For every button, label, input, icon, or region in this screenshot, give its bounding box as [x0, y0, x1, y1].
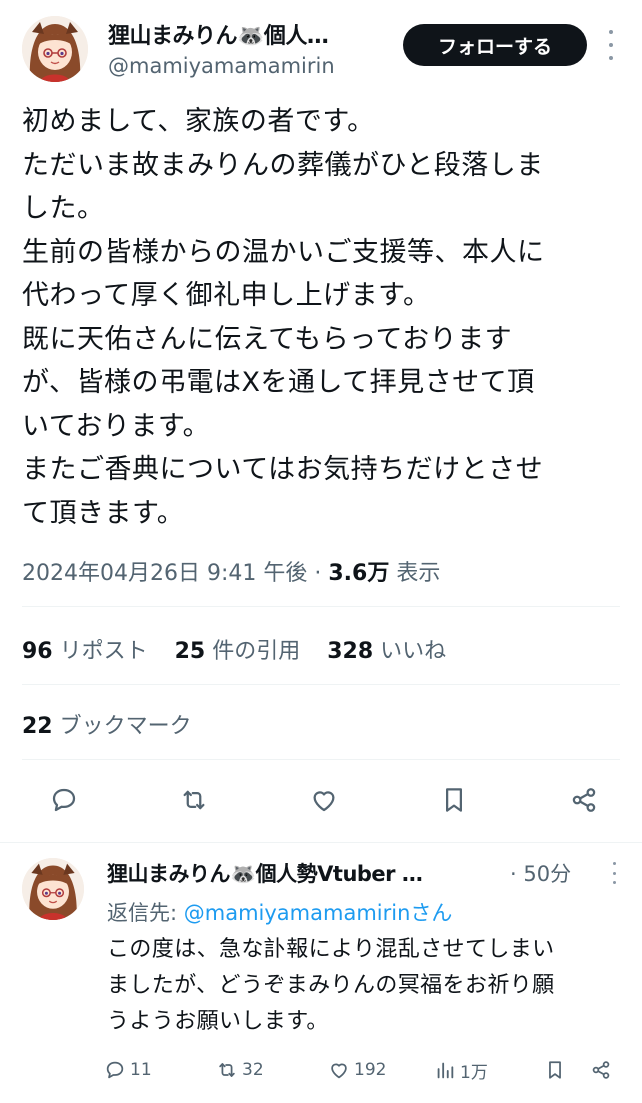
- reply-text-line: この度は、急な訃報により混乱させてしまい: [107, 937, 555, 962]
- likes-count: 328: [327, 639, 374, 664]
- reply-reply-button[interactable]: 11: [104, 1055, 152, 1085]
- reply-views-count: 1万: [460, 1062, 488, 1083]
- tweet-text-line: 代わって厚く御礼申し上げます。: [22, 280, 431, 311]
- reposts-count: 96: [22, 639, 53, 664]
- quotes-count: 25: [174, 639, 206, 664]
- like-icon[interactable]: [302, 778, 346, 822]
- reply-action-bar: 11 32 192 1万: [104, 1055, 624, 1085]
- replying-to-prefix: 返信先:: [107, 901, 184, 925]
- meta-separator: ·: [307, 561, 329, 586]
- reply-author-name[interactable]: 狸山まみりん🦝個人勢Vtuber …: [107, 858, 495, 888]
- divider: [22, 606, 620, 607]
- more-options-icon[interactable]: [604, 30, 618, 60]
- reply-icon[interactable]: [42, 778, 86, 822]
- bookmarks-count: 22: [22, 714, 53, 739]
- reply-share-icon[interactable]: [590, 1055, 616, 1085]
- reply-text: この度は、急な訃報により混乱させてしまい ましたが、どうぞまみりんの冥福をお祈り…: [107, 932, 627, 1040]
- tweet-text-line: 既に天佑さんに伝えてもらっております: [22, 323, 513, 355]
- reply-like-button[interactable]: 192: [328, 1055, 386, 1085]
- repost-icon: [219, 1063, 235, 1077]
- divider: [22, 684, 620, 685]
- tweet-text-line: が、皆様の弔電はXを通して拝見させて頂: [22, 367, 535, 398]
- author-handle[interactable]: @mamiyamamamirin: [108, 54, 335, 78]
- tweet-detail-page: 狸山まみりん🦝個人… @mamiyamamamirin フォローする 初めまして…: [0, 0, 642, 1103]
- tweet-text-line: した。: [22, 193, 105, 224]
- engagement-stats: 96 リポスト 25 件の引用 328 いいね: [22, 633, 466, 665]
- reply-likes-count: 192: [354, 1060, 387, 1080]
- tweet-timestamp[interactable]: 2024年04月26日 9:41 午後: [22, 561, 307, 586]
- tweet-action-bar: [22, 778, 622, 822]
- divider: [22, 759, 620, 760]
- replying-to: 返信先: @mamiyamamamirinさん: [107, 897, 452, 927]
- tweet-text-line: いております。: [22, 410, 211, 442]
- tweet-meta: 2024年04月26日 9:41 午後 · 3.6万 表示: [22, 555, 440, 587]
- reply-repost-button[interactable]: 32: [216, 1055, 264, 1085]
- reply-text-line: うようお願いします。: [107, 1009, 329, 1034]
- reply-more-options-icon[interactable]: [609, 862, 619, 884]
- tweet-text-line: ただいま故まみりんの葬儀がひと段落しま: [22, 149, 544, 181]
- reply-text-line: ましたが、どうぞまみりんの冥福をお祈り願: [107, 973, 555, 998]
- quotes-stat[interactable]: 25 件の引用: [175, 639, 301, 664]
- tweet-text-line: またご香典についてはお気持ちだけとさせ: [22, 454, 544, 485]
- bookmarks-label: ブックマーク: [52, 714, 192, 739]
- quotes-label: 件の引用: [205, 639, 301, 664]
- tweet-text-line: 初めまして、家族の者です。: [22, 106, 375, 137]
- views-count[interactable]: 3.6万: [328, 561, 389, 586]
- divider: [0, 842, 642, 843]
- reply-timestamp[interactable]: · 50分: [510, 858, 571, 888]
- reply-author-avatar[interactable]: [22, 858, 84, 920]
- reposts-stat[interactable]: 96 リポスト: [22, 639, 148, 664]
- reply-views-button[interactable]: 1万: [434, 1055, 488, 1085]
- repost-icon[interactable]: [172, 778, 216, 822]
- bookmark-icon[interactable]: [432, 778, 476, 822]
- reply-icon: [106, 1061, 124, 1079]
- replying-to-link[interactable]: @mamiyamamamirinさん: [184, 901, 453, 925]
- reply-reposts-count: 32: [242, 1060, 264, 1080]
- share-icon[interactable]: [562, 778, 606, 822]
- views-icon: [437, 1062, 454, 1079]
- follow-button[interactable]: フォローする: [403, 24, 587, 66]
- tweet-text-line: て頂きます。: [22, 497, 185, 529]
- author-display-name[interactable]: 狸山まみりん🦝個人…: [108, 18, 388, 50]
- likes-label: いいね: [373, 639, 447, 664]
- reply-bookmark-icon[interactable]: [544, 1055, 570, 1085]
- reply-replies-count: 11: [130, 1060, 152, 1080]
- views-label: 表示: [389, 561, 441, 586]
- author-avatar[interactable]: [22, 16, 88, 82]
- bookmarks-stat[interactable]: 22 ブックマーク: [22, 708, 192, 740]
- tweet-text: 初めまして、家族の者です。 ただいま故まみりんの葬儀がひと段落しま した。 生前…: [22, 100, 622, 535]
- reposts-label: リポスト: [52, 639, 148, 664]
- like-icon: [331, 1063, 347, 1079]
- tweet-text-line: 生前の皆様からの温かいご支援等、本人に: [22, 236, 545, 268]
- likes-stat[interactable]: 328 いいね: [327, 639, 446, 664]
